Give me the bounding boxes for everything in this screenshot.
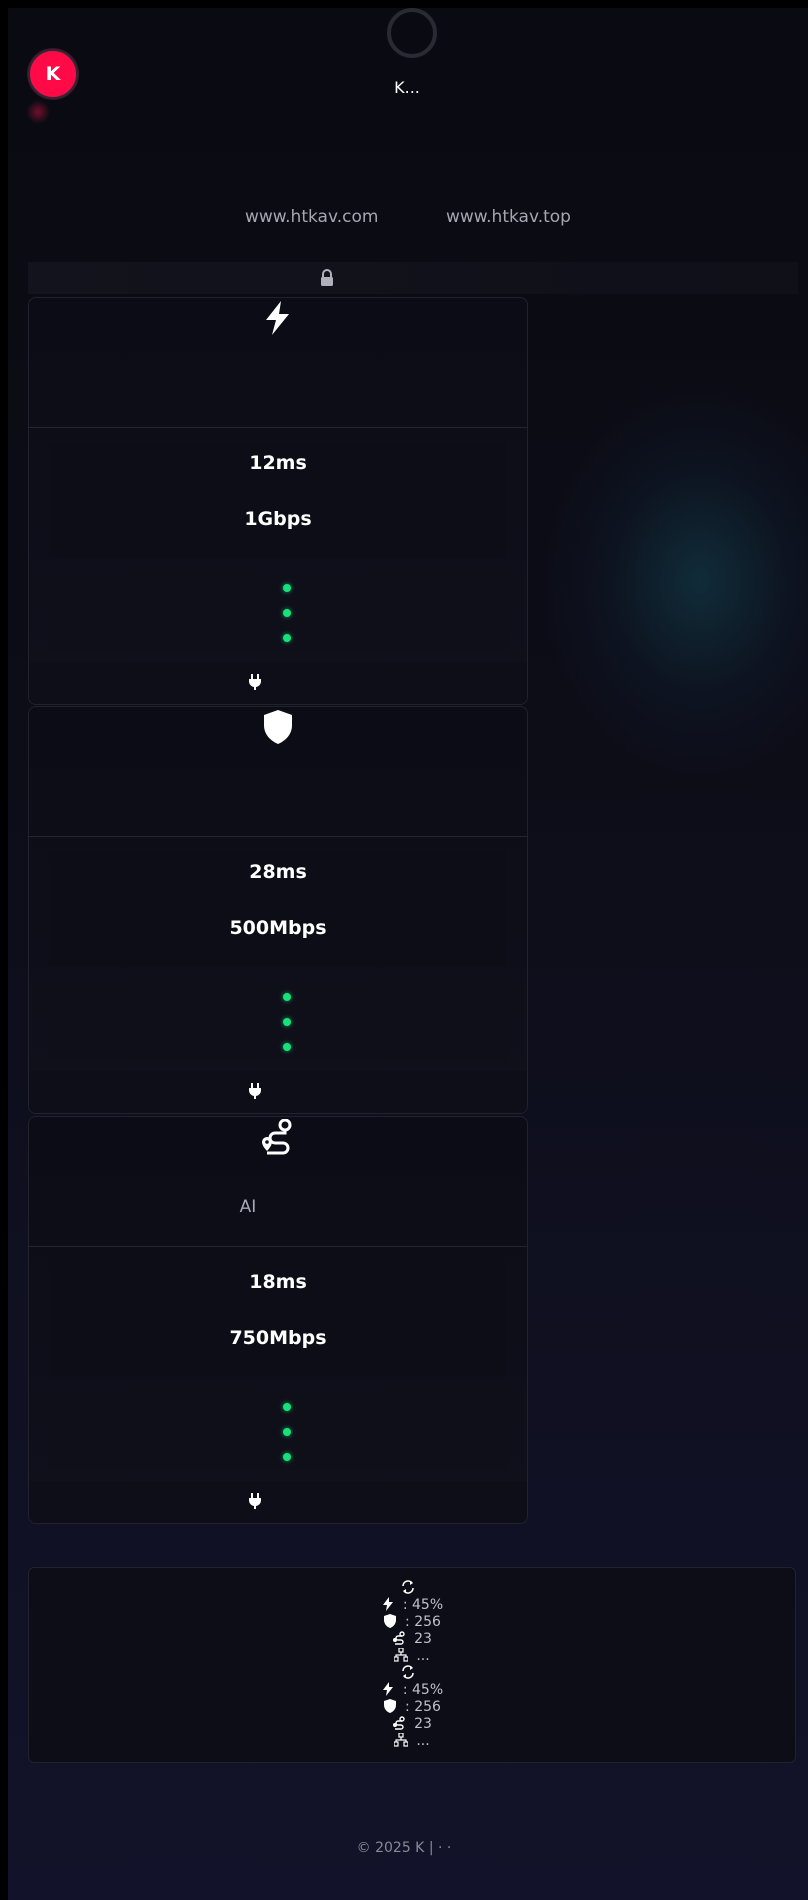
stat-line [29, 1580, 795, 1597]
status-dot [283, 1018, 291, 1026]
status-indicators [49, 574, 507, 650]
status-dot [283, 1043, 291, 1051]
loading-spinner [387, 8, 437, 58]
status-indicators [49, 1393, 507, 1469]
connect-button[interactable] [29, 1481, 527, 1523]
lightning-icon [382, 1597, 393, 1611]
latency-value: 12ms [249, 452, 307, 474]
status-dot [283, 609, 291, 617]
network-icon [394, 1648, 409, 1662]
plug-icon [249, 1083, 261, 1099]
status-dot [283, 584, 291, 592]
logo-letter: K [45, 63, 61, 85]
stat-line: ... [29, 1648, 795, 1665]
lock-icon [321, 269, 333, 286]
server-card[interactable]: 12ms 1Gbps [28, 297, 528, 705]
route-icon [393, 1716, 405, 1730]
domain-link-top[interactable]: www.htkav.top [446, 207, 571, 227]
stat-line: : 45% [29, 1597, 795, 1614]
domain-link-com[interactable]: www.htkav.com [245, 207, 378, 227]
shield-icon [384, 1614, 397, 1628]
notice-bar [28, 262, 798, 294]
metrics-box: 18ms 750Mbps [49, 1263, 507, 1377]
metrics-box: 12ms 1Gbps [49, 444, 507, 558]
stat-line: : 256 [29, 1699, 795, 1716]
stat-line: : 45% [29, 1682, 795, 1699]
stat-line: : 256 [29, 1614, 795, 1631]
loading-text: K... [394, 78, 420, 97]
stats-panel: : 45% : 256 23 ... : 45% : 256 23 ... [28, 1567, 796, 1763]
status-dot [283, 1428, 291, 1436]
card-subtitle: AI [239, 1197, 257, 1217]
lightning-icon [29, 300, 527, 338]
bandwidth-value: 1Gbps [244, 508, 312, 530]
background-glow [540, 380, 808, 780]
route-icon [29, 1119, 527, 1157]
card-header [29, 298, 527, 428]
shield-icon [384, 1699, 397, 1713]
connect-button[interactable] [29, 662, 527, 704]
status-dot [283, 993, 291, 1001]
server-card[interactable]: 28ms 500Mbps [28, 706, 528, 1114]
background-glow [26, 100, 50, 124]
left-edge [0, 0, 8, 1900]
status-indicators [49, 983, 507, 1059]
stat-line: 23 [29, 1631, 795, 1648]
domain-links: www.htkav.com www.htkav.top [0, 207, 808, 231]
latency-value: 18ms [249, 1271, 307, 1293]
lightning-icon [382, 1682, 393, 1696]
status-dot [283, 1403, 291, 1411]
latency-value: 28ms [249, 861, 307, 883]
stat-line: 23 [29, 1716, 795, 1733]
top-edge [0, 0, 808, 8]
status-dot [283, 1453, 291, 1461]
shield-icon [29, 709, 527, 747]
plug-icon [249, 674, 261, 690]
refresh-icon [402, 1580, 414, 1594]
card-header: AI [29, 1117, 527, 1247]
refresh-icon [402, 1665, 414, 1679]
stat-line [29, 1665, 795, 1682]
bandwidth-value: 750Mbps [229, 1327, 327, 1349]
stat-line: ... [29, 1733, 795, 1750]
network-icon [394, 1733, 409, 1747]
metrics-box: 28ms 500Mbps [49, 853, 507, 967]
bandwidth-value: 500Mbps [229, 917, 327, 939]
server-card[interactable]: AI 18ms 750Mbps [28, 1116, 528, 1524]
route-icon [393, 1631, 405, 1645]
status-dot [283, 634, 291, 642]
connect-button[interactable] [29, 1071, 527, 1113]
logo[interactable]: K [28, 49, 78, 99]
plug-icon [249, 1493, 261, 1509]
footer-text: © 2025 K | · · [356, 1840, 452, 1856]
page: K... K www.htkav.com www.htkav.top 12ms … [0, 0, 808, 1900]
card-header [29, 707, 527, 837]
